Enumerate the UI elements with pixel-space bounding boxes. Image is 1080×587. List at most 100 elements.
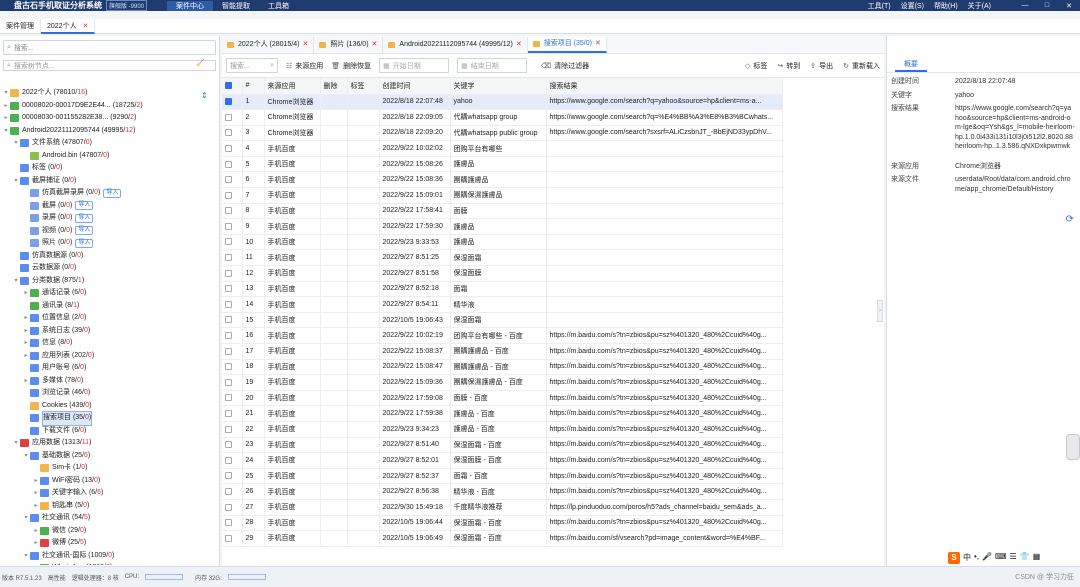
expand-toggle-icon[interactable]: ▸ [22,325,30,338]
tree-node[interactable]: 录屏 (0/0) 导入 [0,212,219,225]
reload-button[interactable]: ↻ 重新载入 [843,61,880,71]
tree-node[interactable]: 云数据源 (0/0) [0,262,219,275]
tree-node[interactable]: 搜索项目 (35/0) [0,411,219,426]
table-row[interactable]: 6 手机百度 2022/9/22 15:08:36 團購護膚品 [222,171,783,189]
tree-node[interactable]: ▾ 应用数据 (1313/11) [0,437,219,450]
delete-restore-filter-button[interactable]: 🗑 删除恢复 [331,61,371,71]
table-row[interactable]: 3 Chrome浏览器 2022/8/18 22:09:20 代購whatsapp p… [222,125,783,142]
tree-node[interactable]: ▸ 信息 (8/0) [0,337,219,350]
ime-button-icon[interactable]: •, [974,552,979,564]
tree-node[interactable]: ▸ 位置信息 (2/0) [0,312,219,325]
tab-case-management[interactable]: 案件管理 [0,18,41,34]
table-row[interactable]: 18 手机百度 2022/9/22 15:08:47 團購護膚品 - 百度 https:… [222,359,783,376]
row-checkbox[interactable] [222,343,243,360]
col-header-index[interactable]: # [242,78,265,95]
table-row[interactable]: 17 手机百度 2022/9/22 15:08:37 團購護膚品 - 百度 https:… [222,343,783,360]
expand-toggle-icon[interactable]: ▸ [22,350,30,363]
tree-node[interactable]: ▾ 截屏捕证 (0/0) [0,175,219,188]
table-row[interactable]: 27 手机百度 2022/9/30 15:49:18 千度精华液推荐 https://l… [222,499,783,516]
row-checkbox[interactable] [222,421,243,438]
tree-node[interactable]: ▸ 通话记录 (6/0) [0,287,219,300]
import-button[interactable]: 导入 [75,238,94,248]
tree-node[interactable]: 截屏 (0/0) 导入 [0,200,219,213]
tree-node[interactable]: 下载文件 (6/0) [0,425,219,438]
import-button[interactable]: 导入 [75,226,94,236]
tree-node[interactable]: 通讯录 (8/1) [0,300,219,313]
menu-case-center[interactable]: 案件中心 [167,0,214,11]
row-checkbox[interactable] [222,390,243,407]
table-row[interactable]: 15 手机百度 2022/10/5 19:06:43 保湿面霜 [222,312,783,329]
tree-node[interactable]: ▸ 应用列表 (202/0) [0,350,219,363]
close-icon[interactable]: ✕ [303,37,309,53]
tree-node[interactable]: ▾ 社交通讯-国际 (1009/0) [0,550,219,563]
close-icon[interactable]: ✕ [372,37,378,53]
table-row[interactable]: 16 手机百度 2022/9/22 10:02:19 团购平台有哪些 - 百度 http… [222,327,783,344]
table-row[interactable]: 2 Chrome浏览器 2022/8/18 22:09:05 代購whatsapp g… [222,109,783,126]
row-checkbox[interactable] [222,125,243,142]
ime-button-icon[interactable]: ▦ [1033,552,1041,564]
tree-node[interactable]: ▸ WiFi密码 (13/0) [0,475,219,488]
col-header-created-time[interactable]: 创建时间 [379,78,451,95]
tree-node[interactable]: 浏览记录 (46/0) [0,387,219,400]
row-checkbox[interactable] [222,374,243,391]
tree-node[interactable]: ▾ 基础数据 (25/6) [0,450,219,463]
ime-button-icon[interactable]: 🎤 [982,552,992,564]
clear-filter-button[interactable]: ⌫ 清除过滤器 [541,61,589,71]
row-checkbox[interactable] [222,452,243,469]
tree-node[interactable]: ▸ 关键字输入 (6/6) [0,487,219,500]
view-tab[interactable]: 搜索项目 (35/0) ✕ [527,36,607,53]
row-checkbox[interactable] [222,187,243,204]
table-row[interactable]: 26 手机百度 2022/9/27 8:56:38 精华液 - 百度 https://m… [222,483,783,500]
table-row[interactable]: 24 手机百度 2022/9/27 8:52:01 保湿面膜 - 百度 https://… [222,452,783,469]
tree-node[interactable]: ▸ 00008020-00017D9E2E44... (18725/2) [0,100,219,113]
row-checkbox[interactable] [222,218,243,235]
close-icon[interactable]: ✕ [83,23,89,30]
expand-toggle-icon[interactable]: ▾ [12,137,20,150]
expand-toggle-icon[interactable]: ▸ [2,112,10,125]
expand-toggle-icon[interactable]: ▾ [22,450,30,463]
table-row[interactable]: 13 手机百度 2022/9/27 8:52:18 面霜 [222,281,783,298]
expand-toggle-icon[interactable]: ▸ [22,312,30,325]
table-row[interactable]: 4 手机百度 2022/9/22 10:02:02 团购平台有哪些 [222,140,783,157]
row-checkbox[interactable] [222,327,243,344]
import-button[interactable]: 导入 [75,201,94,211]
expand-toggle-icon[interactable]: ▾ [2,87,10,100]
tree-node[interactable]: 用户账号 (6/0) [0,362,219,375]
clear-broom-icon[interactable]: 🧹 [196,59,205,67]
expand-toggle-icon[interactable]: ▸ [2,100,10,113]
tree-node[interactable]: Sim卡 (1/0) [0,462,219,475]
import-button[interactable]: 导入 [103,188,122,198]
tree-node[interactable]: ▸ 多媒体 (78/0) [0,375,219,388]
row-checkbox[interactable] [222,265,243,282]
expand-toggle-icon[interactable]: ▾ [22,550,30,563]
col-header-source-app[interactable]: 来源应用 [264,78,321,95]
expand-toggle-icon[interactable]: ▾ [22,512,30,525]
expand-toggle-icon[interactable]: ▸ [32,537,40,550]
tree-node[interactable]: ▾ 2022个人 (78010/16) [0,87,219,100]
menu-help[interactable]: 帮助(H) [929,1,963,11]
view-tab[interactable]: Android20221112095744 (49995/12) ✕ [383,36,528,53]
row-checkbox[interactable] [222,203,243,220]
ime-button-icon[interactable]: ⌨ [995,552,1007,564]
row-checkbox[interactable] [222,140,243,157]
table-row[interactable]: 28 手机百度 2022/10/5 19:06:44 保湿面霜 - 百度 https:/… [222,515,783,532]
tree-node[interactable]: ▸ 钥匙串 (5/0) [0,500,219,513]
table-search-input[interactable]: 搜索... ⌕ [226,58,278,73]
menu-smart-extract[interactable]: 智能提取 [213,1,259,11]
panel-splitter[interactable]: › [877,300,883,322]
col-header-tag[interactable]: 标签 [347,78,380,95]
col-header-search-result[interactable]: 搜索结果 [546,78,783,95]
tree-node[interactable]: ▾ 文件系统 (47807/0) [0,137,219,150]
sogou-logo-icon[interactable]: S [948,552,960,564]
goto-button[interactable]: ↪ 转到 [777,61,800,71]
start-date-input[interactable]: ▦ 开始日期 [379,58,450,73]
table-row[interactable]: 21 手机百度 2022/9/22 17:59:38 護膚品 - 百度 https://… [222,405,783,422]
table-row[interactable]: 19 手机百度 2022/9/22 15:09:36 團購保濕護膚品 - 百度 http… [222,374,783,391]
row-checkbox[interactable] [222,249,243,267]
tree-node[interactable]: 视频 (0/0) 导入 [0,225,219,238]
table-row[interactable]: 23 手机百度 2022/9/27 8:51:40 保湿面霜 - 百度 https://… [222,437,783,454]
close-icon[interactable]: ✕ [516,37,522,53]
row-checkbox[interactable] [222,296,243,313]
table-row[interactable]: 7 手机百度 2022/9/22 15:09:01 團購保濕護膚品 [222,187,783,204]
sidebar-search-input[interactable]: ⌕ 搜索... [3,40,216,55]
